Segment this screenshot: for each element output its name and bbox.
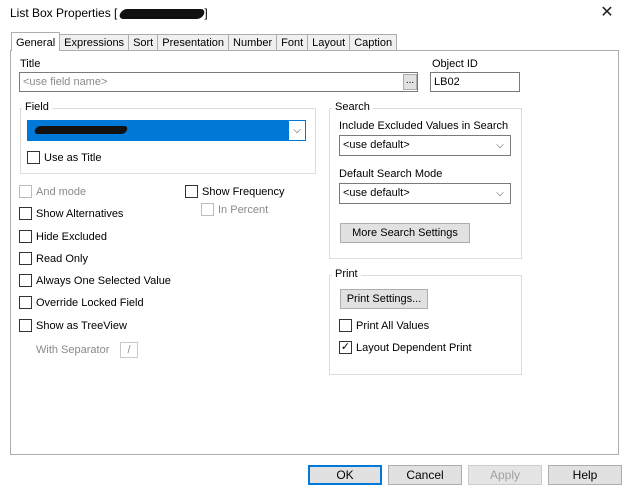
search-group-label: Search xyxy=(332,101,373,113)
window-title-suffix: ] xyxy=(204,6,208,20)
override-locked-checkbox[interactable]: Override Locked Field xyxy=(19,296,144,309)
tab-expressions[interactable]: Expressions xyxy=(60,34,130,51)
show-frequency-box[interactable] xyxy=(185,185,198,198)
hide-excluded-label: Hide Excluded xyxy=(36,230,107,243)
print-group-label: Print xyxy=(332,268,361,280)
include-excluded-value: <use default> xyxy=(343,139,410,151)
print-all-values-box[interactable] xyxy=(339,319,352,332)
print-all-values-checkbox[interactable]: Print All Values xyxy=(339,319,429,332)
show-alternatives-label: Show Alternatives xyxy=(36,207,124,220)
field-select[interactable]: ⌵ xyxy=(27,120,306,141)
show-as-treeview-label: Show as TreeView xyxy=(36,319,127,332)
show-frequency-checkbox[interactable]: Show Frequency xyxy=(185,185,285,198)
tab-general[interactable]: General xyxy=(11,32,61,51)
redacted-name xyxy=(118,8,207,19)
window-title: List Box Properties [] xyxy=(10,6,208,20)
tab-layout[interactable]: Layout xyxy=(308,34,351,51)
print-all-values-label: Print All Values xyxy=(356,319,430,332)
include-excluded-select[interactable]: <use default> ⌵ xyxy=(339,135,511,156)
tab-presentation[interactable]: Presentation xyxy=(158,34,230,51)
title-label: Title xyxy=(20,58,41,70)
with-separator-label: With Separator xyxy=(36,344,110,356)
hide-excluded-box[interactable] xyxy=(19,230,32,243)
show-alternatives-checkbox[interactable]: Show Alternatives xyxy=(19,207,123,220)
separator-input: / xyxy=(120,342,138,358)
always-one-selected-box[interactable] xyxy=(19,274,32,287)
override-locked-label: Override Locked Field xyxy=(36,296,144,309)
layout-dependent-print-label: Layout Dependent Print xyxy=(356,341,472,354)
and-mode-label: And mode xyxy=(36,185,87,198)
chevron-down-icon: ⌵ xyxy=(496,140,504,151)
layout-dependent-print-box[interactable] xyxy=(339,341,352,354)
title-browse-button[interactable]: ... xyxy=(403,74,417,90)
object-id-label: Object ID xyxy=(432,58,478,70)
show-as-treeview-checkbox[interactable]: Show as TreeView xyxy=(19,319,127,332)
chevron-down-icon: ⌵ xyxy=(289,121,305,140)
object-id-input[interactable]: LB02 xyxy=(430,72,520,92)
title-placeholder: <use field name> xyxy=(23,76,108,88)
always-one-selected-checkbox[interactable]: Always One Selected Value xyxy=(19,274,171,287)
tab-number[interactable]: Number xyxy=(229,34,278,51)
always-one-selected-label: Always One Selected Value xyxy=(36,274,171,287)
in-percent-box xyxy=(201,203,214,216)
read-only-label: Read Only xyxy=(36,252,88,265)
in-percent-label: In Percent xyxy=(218,203,269,216)
default-search-mode-select[interactable]: <use default> ⌵ xyxy=(339,183,511,204)
window-title-text: List Box Properties [ xyxy=(10,6,118,20)
include-excluded-label: Include Excluded Values in Search xyxy=(339,120,509,132)
in-percent-checkbox: In Percent xyxy=(201,203,268,216)
default-search-mode-label: Default Search Mode xyxy=(339,168,443,180)
cancel-button[interactable]: Cancel xyxy=(388,465,462,485)
tab-sort[interactable]: Sort xyxy=(129,34,159,51)
tab-strip: General Expressions Sort Presentation Nu… xyxy=(11,32,398,51)
field-group-label: Field xyxy=(22,101,52,113)
ok-button[interactable]: OK xyxy=(308,465,382,485)
show-frequency-label: Show Frequency xyxy=(202,185,285,198)
show-as-treeview-box[interactable] xyxy=(19,319,32,332)
chevron-down-icon: ⌵ xyxy=(496,188,504,199)
hide-excluded-checkbox[interactable]: Hide Excluded xyxy=(19,230,107,243)
more-search-settings-button[interactable]: More Search Settings xyxy=(340,223,470,243)
override-locked-box[interactable] xyxy=(19,296,32,309)
print-settings-button[interactable]: Print Settings... xyxy=(340,289,428,309)
and-mode-box xyxy=(19,185,32,198)
use-as-title-label: Use as Title xyxy=(44,151,102,164)
use-as-title-checkbox[interactable]: Use as Title xyxy=(27,151,101,164)
apply-button: Apply xyxy=(468,465,542,485)
title-input[interactable]: <use field name> xyxy=(19,72,418,92)
and-mode-checkbox: And mode xyxy=(19,185,86,198)
layout-dependent-print-checkbox[interactable]: Layout Dependent Print xyxy=(339,341,472,354)
field-group xyxy=(20,108,316,174)
tab-caption[interactable]: Caption xyxy=(350,34,398,51)
help-button[interactable]: Help xyxy=(548,465,622,485)
read-only-checkbox[interactable]: Read Only xyxy=(19,252,88,265)
read-only-box[interactable] xyxy=(19,252,32,265)
redacted-field-value xyxy=(33,126,129,134)
default-search-mode-value: <use default> xyxy=(343,187,410,199)
tab-font[interactable]: Font xyxy=(277,34,309,51)
use-as-title-box[interactable] xyxy=(27,151,40,164)
close-icon[interactable]: ✕ xyxy=(596,2,618,24)
show-alternatives-box[interactable] xyxy=(19,207,32,220)
